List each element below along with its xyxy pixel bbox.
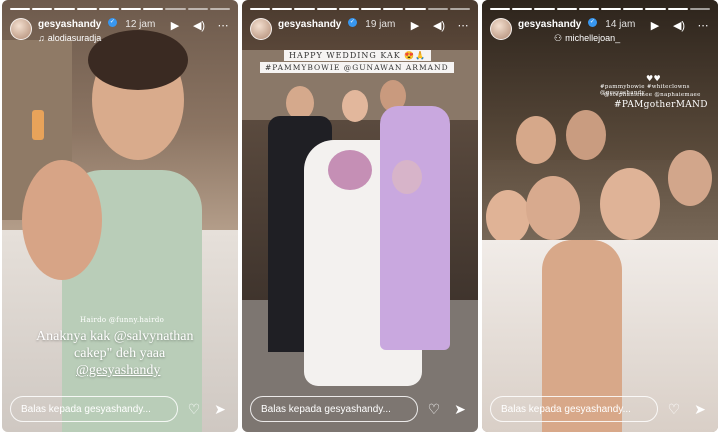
- caption-line-1: Anaknya kak @salvynathan: [36, 329, 194, 344]
- play-icon[interactable]: ▶: [648, 19, 662, 32]
- more-icon[interactable]: ⋯: [216, 19, 230, 32]
- hearts-caption: ♥♥: [646, 74, 661, 83]
- play-icon[interactable]: ▶: [408, 19, 422, 32]
- reply-input[interactable]: [250, 396, 418, 422]
- music-note-icon: ♫: [38, 33, 45, 43]
- caption-pill-2[interactable]: #PAMMYBOWIE @GUNAWAN ARMAND: [260, 62, 454, 73]
- heart-icon[interactable]: ♡: [184, 401, 204, 418]
- send-icon[interactable]: ➤: [690, 401, 710, 418]
- caption-pill-1: HAPPY WEDDING KAK 😍🙏: [284, 50, 432, 61]
- volume-icon[interactable]: ◀): [432, 19, 446, 32]
- timestamp: 14 jam: [605, 19, 636, 30]
- avatar[interactable]: [490, 18, 512, 40]
- story-header: gesyashandy ✓ 12 jam ♫ alodiasuradja ▶ ◀…: [10, 17, 230, 45]
- timestamp: 19 jam: [365, 19, 396, 30]
- play-icon[interactable]: ▶: [168, 19, 182, 32]
- heart-icon[interactable]: ♡: [424, 401, 444, 418]
- timestamp: 12 jam: [125, 19, 156, 30]
- send-icon[interactable]: ➤: [210, 401, 230, 418]
- verified-icon: ✓: [107, 18, 117, 28]
- avatar[interactable]: [10, 18, 32, 40]
- reply-bar: ♡ ➤: [490, 396, 710, 422]
- story-header: gesyashandy ✓ 14 jam ⚇ michellejoan_ ▶ ◀…: [490, 17, 710, 45]
- caption-tags-2[interactable]: @stephaniemee @naphaiemaee: [604, 92, 701, 98]
- story-header: gesyashandy ✓ 19 jam ▶ ◀) ⋯: [250, 17, 470, 45]
- more-icon[interactable]: ⋯: [456, 19, 470, 32]
- hairdo-caption: Hairdo @funny.hairdo: [80, 316, 165, 324]
- verified-icon: ✓: [587, 18, 597, 28]
- username[interactable]: gesyashandy: [518, 19, 581, 30]
- progress-bar: [490, 8, 711, 10]
- username[interactable]: gesyashandy: [38, 19, 101, 30]
- story-panel-2[interactable]: gesyashandy ✓ 19 jam ▶ ◀) ⋯ HAPPY WEDDIN…: [242, 0, 478, 432]
- avatar[interactable]: [250, 18, 272, 40]
- heart-icon[interactable]: ♡: [664, 401, 684, 418]
- story-image-3: [482, 0, 718, 432]
- mention-link[interactable]: michellejoan_: [565, 32, 620, 44]
- story-panel-3[interactable]: gesyashandy ✓ 14 jam ⚇ michellejoan_ ▶ ◀…: [482, 0, 718, 432]
- username[interactable]: gesyashandy: [278, 19, 341, 30]
- volume-icon[interactable]: ◀): [672, 19, 686, 32]
- reply-bar: ♡ ➤: [250, 396, 470, 422]
- volume-icon[interactable]: ◀): [192, 19, 206, 32]
- progress-bar: [250, 8, 471, 10]
- tag-icon: ⚇: [554, 33, 563, 43]
- more-icon[interactable]: ⋯: [696, 19, 710, 32]
- caption-mention[interactable]: @gesyashandy: [76, 362, 160, 379]
- caption-hashtag[interactable]: #PAMgotherMAND: [614, 100, 708, 110]
- verified-icon: ✓: [347, 18, 357, 28]
- send-icon[interactable]: ➤: [450, 401, 470, 418]
- reply-bar: ♡ ➤: [10, 396, 230, 422]
- caption-line-2: cakep" deh yaaa: [74, 346, 166, 361]
- progress-bar: [10, 8, 231, 10]
- story-panel-1[interactable]: gesyashandy ✓ 12 jam ♫ alodiasuradja ▶ ◀…: [2, 0, 238, 432]
- reply-input[interactable]: [490, 396, 658, 422]
- reply-input[interactable]: [10, 396, 178, 422]
- mention-link[interactable]: alodiasuradja: [48, 32, 102, 44]
